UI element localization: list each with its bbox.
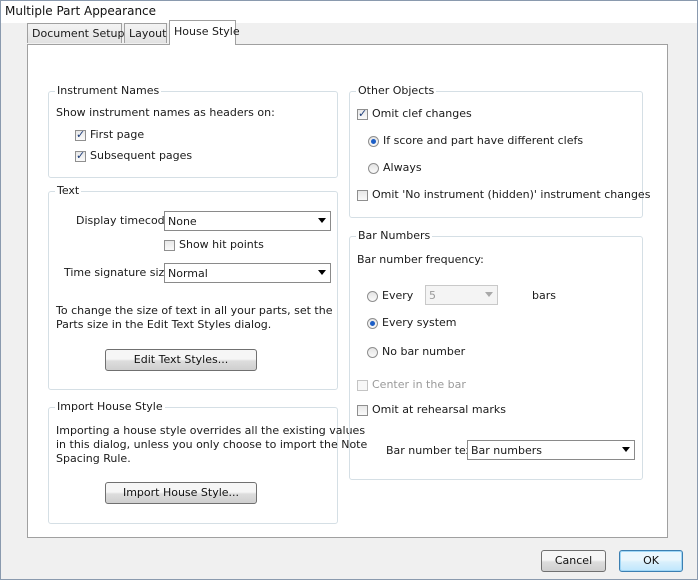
tab-house-style[interactable]: House Style: [169, 20, 240, 45]
show-hit-points-checkbox[interactable]: [164, 240, 175, 251]
instrument-names-prompt: Show instrument names as headers on:: [56, 106, 275, 119]
display-timecode-dropdown[interactable]: None: [164, 211, 331, 231]
display-timecode-label: Display timecode:: [76, 214, 176, 227]
chevron-down-icon: [318, 270, 326, 275]
chevron-down-icon: [485, 292, 493, 297]
subsequent-pages-label[interactable]: Subsequent pages: [90, 149, 192, 162]
chevron-down-icon: [622, 447, 630, 452]
text-info-line1: To change the size of text in all your p…: [56, 304, 333, 317]
subsequent-pages-checkbox[interactable]: [75, 149, 86, 162]
instrument-names-legend: Instrument Names: [55, 84, 162, 97]
import-info-line2: in this dialog, unless you only choose t…: [56, 438, 368, 451]
bar-numbers-legend: Bar Numbers: [356, 229, 433, 242]
text-info-line2: Parts size in the Edit Text Styles dialo…: [56, 318, 272, 331]
instrument-names-group: Instrument Names Show instrument names a…: [48, 84, 338, 178]
import-info-line1: Importing a house style overrides all th…: [56, 424, 366, 437]
dialog-window: Multiple Part Appearance Document Setup …: [0, 0, 698, 580]
house-style-panel: Instrument Names Show instrument names a…: [27, 44, 668, 538]
import-house-style-legend: Import House Style: [55, 400, 165, 413]
other-objects-legend: Other Objects: [356, 84, 437, 97]
import-info-line3: Spacing Rule.: [56, 452, 131, 465]
omit-rehearsal-marks-label[interactable]: Omit at rehearsal marks: [372, 403, 506, 416]
first-page-checkbox[interactable]: [75, 128, 86, 141]
omit-clef-changes-label[interactable]: Omit clef changes: [372, 107, 472, 120]
bar-number-text-label: Bar number text: [386, 444, 477, 457]
title-bar: Multiple Part Appearance: [1, 1, 697, 23]
time-signature-size-value: Normal: [168, 267, 208, 280]
import-house-style-button[interactable]: Import House Style...: [105, 482, 257, 504]
import-house-style-group: Import House Style Importing a house sty…: [48, 400, 367, 524]
no-bar-number-label[interactable]: No bar number: [382, 345, 465, 358]
time-signature-size-dropdown[interactable]: Normal: [164, 263, 331, 283]
every-n-bars-radio[interactable]: [367, 291, 378, 302]
text-group: Text Display timecode: None Show hit poi…: [48, 184, 338, 390]
omit-clef-changes-checkbox[interactable]: [357, 107, 368, 120]
tab-document-setup[interactable]: Document Setup: [27, 23, 125, 43]
different-clefs-label[interactable]: If score and part have different clefs: [383, 134, 583, 147]
edit-text-styles-button[interactable]: Edit Text Styles...: [105, 349, 257, 371]
every-n-bars-value: 5: [429, 289, 436, 302]
chevron-down-icon: [318, 218, 326, 223]
bar-number-text-dropdown[interactable]: Bar numbers: [467, 440, 635, 460]
every-label[interactable]: Every: [382, 289, 413, 302]
window-title: Multiple Part Appearance: [5, 4, 157, 18]
omit-no-instrument-checkbox[interactable]: [357, 190, 368, 201]
show-hit-points-label[interactable]: Show hit points: [179, 238, 264, 251]
tab-layout[interactable]: Layout: [124, 23, 167, 43]
always-radio[interactable]: [368, 163, 379, 174]
bar-number-frequency-label: Bar number frequency:: [357, 253, 484, 266]
bars-label: bars: [532, 289, 556, 302]
center-in-bar-checkbox[interactable]: [357, 380, 368, 391]
every-system-radio[interactable]: [367, 318, 378, 329]
different-clefs-radio[interactable]: [368, 136, 379, 147]
every-system-label[interactable]: Every system: [382, 316, 457, 329]
other-objects-group: Other Objects Omit clef changes If score…: [349, 84, 650, 218]
text-legend: Text: [55, 184, 82, 197]
center-in-bar-label[interactable]: Center in the bar: [372, 378, 466, 391]
cancel-button[interactable]: Cancel: [541, 550, 606, 572]
omit-no-instrument-label[interactable]: Omit 'No instrument (hidden)' instrument…: [372, 188, 650, 201]
omit-rehearsal-marks-checkbox[interactable]: [357, 405, 368, 416]
first-page-label[interactable]: First page: [90, 128, 144, 141]
no-bar-number-radio[interactable]: [367, 347, 378, 358]
every-n-bars-combo[interactable]: 5: [425, 285, 498, 305]
bar-number-text-value: Bar numbers: [471, 444, 542, 457]
time-signature-size-label: Time signature size:: [64, 266, 175, 279]
always-label[interactable]: Always: [383, 161, 422, 174]
bar-numbers-group: Bar Numbers Bar number frequency: Every …: [349, 229, 643, 480]
display-timecode-value: None: [168, 215, 197, 228]
ok-button[interactable]: OK: [619, 550, 683, 572]
